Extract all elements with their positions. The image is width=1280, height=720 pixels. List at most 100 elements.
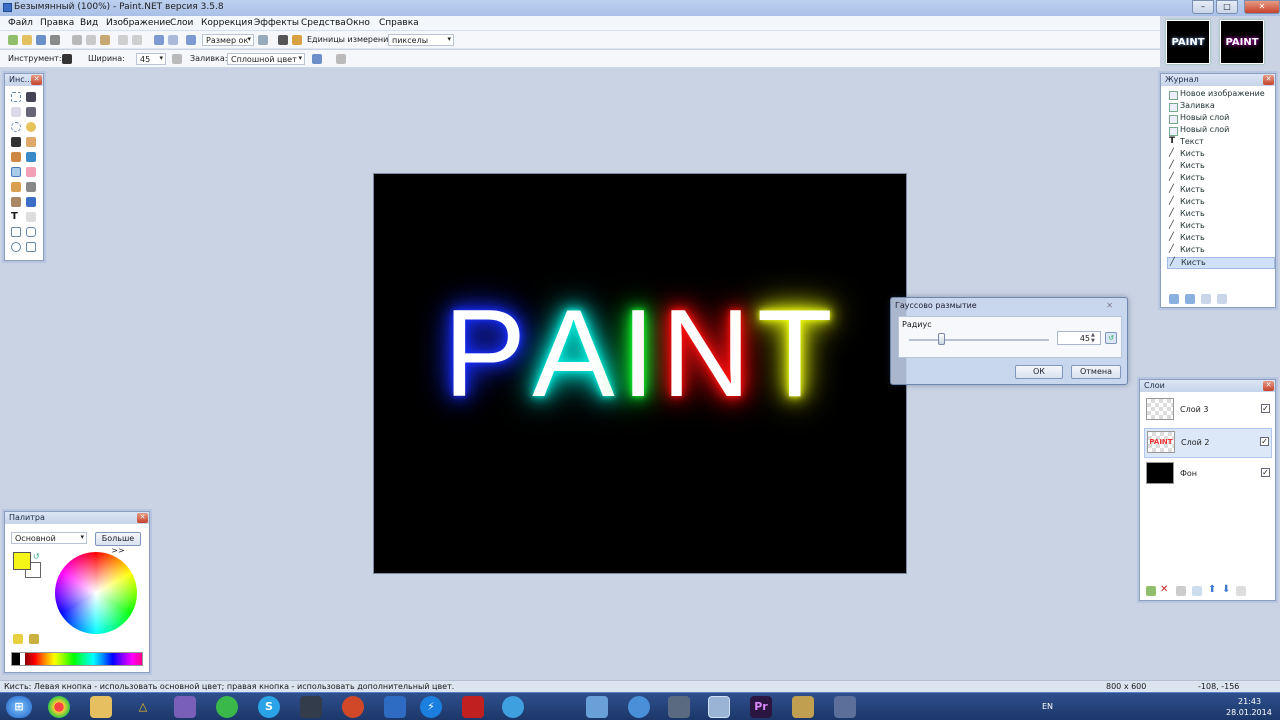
layer-up-icon[interactable]: ⬆ (1208, 585, 1218, 595)
menu-view[interactable]: Вид (80, 18, 98, 28)
menu-layers[interactable]: Слои (170, 18, 193, 28)
history-item[interactable]: Заливка (1167, 101, 1275, 113)
save-icon[interactable] (36, 35, 46, 45)
history-item[interactable]: Новый слой (1167, 113, 1275, 125)
lasso-icon[interactable] (11, 107, 21, 117)
rectangle-icon[interactable] (11, 227, 21, 237)
start-button[interactable]: ⊞ (6, 696, 32, 718)
layer-row-selected[interactable]: PAINT Слой 2 ✓ (1144, 428, 1272, 458)
app-icon-1[interactable] (384, 696, 406, 718)
eraser-icon[interactable] (26, 167, 36, 177)
app-icon-3[interactable] (502, 696, 524, 718)
tools-close-icon[interactable]: ✕ (31, 75, 42, 85)
history-item[interactable]: Кисть (1167, 220, 1275, 233)
history-last-icon[interactable] (1217, 294, 1227, 304)
rounded-rectangle-icon[interactable] (26, 227, 36, 237)
menu-adjustments[interactable]: Коррекция (201, 18, 253, 28)
redo-icon[interactable] (168, 35, 178, 45)
move-select-icon[interactable] (26, 92, 36, 102)
radius-slider-track[interactable] (909, 339, 1049, 341)
merge-layer-icon[interactable] (1192, 586, 1202, 596)
history-item[interactable]: Новый слой (1167, 125, 1275, 137)
undo-icon[interactable] (154, 35, 164, 45)
palette-add-icon[interactable] (13, 634, 23, 644)
history-close-icon[interactable]: ✕ (1263, 75, 1274, 85)
move-icon[interactable] (26, 107, 36, 117)
layer-visibility-checkbox[interactable]: ✓ (1260, 437, 1269, 446)
antialias-icon[interactable] (172, 54, 182, 64)
history-item[interactable]: Кисть (1167, 172, 1275, 185)
text-tool-icon[interactable]: T (11, 212, 21, 222)
history-undo-icon[interactable] (1185, 294, 1195, 304)
palette-more-button[interactable]: Больше >> (95, 532, 141, 555)
primary-color-swatch[interactable] (13, 552, 31, 570)
swap-colors-icon[interactable]: ↺ (33, 552, 40, 561)
browser-icon[interactable] (342, 696, 364, 718)
reset-icon[interactable]: ↺ (1105, 332, 1117, 344)
app-icon-7[interactable] (792, 696, 814, 718)
color-wheel[interactable] (55, 552, 137, 634)
history-item[interactable]: Кисть (1167, 184, 1275, 197)
gradient-icon[interactable] (26, 152, 36, 162)
menu-effects[interactable]: Эффекты (254, 18, 299, 28)
clone-stamp-icon[interactable] (11, 197, 21, 207)
recolor-icon[interactable] (26, 197, 36, 207)
cut-icon[interactable] (72, 35, 82, 45)
delete-layer-icon[interactable]: ✕ (1160, 585, 1170, 595)
layer-row[interactable]: Слой 3 ✓ (1144, 396, 1272, 426)
magic-wand-icon[interactable] (11, 137, 21, 147)
app-icon-8[interactable] (834, 696, 856, 718)
duplicate-layer-icon[interactable] (1176, 586, 1186, 596)
history-item[interactable]: Кисть (1167, 232, 1275, 245)
clock-time[interactable]: 21:43 (1238, 697, 1261, 706)
history-item[interactable]: Новое изображение (1167, 89, 1275, 101)
vs-icon[interactable] (174, 696, 196, 718)
radius-spin-icon[interactable]: ▲ ▼ (1091, 332, 1099, 344)
maximize-button[interactable]: □ (1216, 0, 1238, 14)
layer-down-icon[interactable]: ⬇ (1222, 585, 1232, 595)
winrar-icon[interactable] (462, 696, 484, 718)
paintnet-task-icon[interactable] (708, 696, 730, 718)
grid-icon[interactable] (278, 35, 288, 45)
palette-close-icon[interactable]: ✕ (137, 513, 148, 523)
minimize-button[interactable]: – (1192, 0, 1214, 14)
freeform-shape-icon[interactable] (26, 242, 36, 252)
language-indicator[interactable]: EN (1042, 702, 1053, 711)
layer-row[interactable]: Фон ✓ (1144, 460, 1272, 490)
chrome-icon[interactable] (48, 696, 70, 718)
image-thumbnail-2[interactable]: PAINT (1220, 20, 1264, 64)
paintbrush-icon[interactable] (11, 167, 21, 177)
fill-combo[interactable]: Сплошной цвет (227, 53, 305, 65)
skype-icon[interactable]: S (258, 696, 280, 718)
copy-icon[interactable] (86, 35, 96, 45)
app-icon-2[interactable]: ⚡ (420, 696, 442, 718)
add-layer-icon[interactable] (1146, 586, 1156, 596)
layer-visibility-checkbox[interactable]: ✓ (1261, 404, 1270, 413)
menu-utilities[interactable]: Средства (301, 18, 346, 28)
units-combo[interactable]: пикселы (388, 34, 454, 46)
history-item[interactable]: Кисть (1167, 196, 1275, 209)
history-item[interactable]: Кисть (1167, 244, 1275, 257)
brush-tool-icon[interactable] (62, 54, 72, 64)
ruler-icon[interactable] (292, 35, 302, 45)
clock-date[interactable]: 28.01.2014 (1226, 708, 1272, 717)
radius-slider-thumb[interactable] (937, 333, 945, 345)
menu-help[interactable]: Справка (379, 18, 419, 28)
premiere-icon[interactable]: Pr (750, 696, 772, 718)
app-icon-6[interactable] (668, 696, 690, 718)
alpha-icon[interactable] (336, 54, 346, 64)
zoom-combo[interactable]: Размер ок (202, 34, 254, 46)
layer-visibility-checkbox[interactable]: ✓ (1261, 468, 1270, 477)
menu-window[interactable]: Окно (346, 18, 370, 28)
print-icon[interactable] (50, 35, 60, 45)
open-icon[interactable] (22, 35, 32, 45)
color-strip[interactable] (11, 652, 143, 666)
paste-icon[interactable] (100, 35, 110, 45)
blend-mode-icon[interactable] (312, 54, 322, 64)
history-item[interactable]: Кисть (1167, 148, 1275, 161)
explorer-icon[interactable] (90, 696, 112, 718)
app-icon-5[interactable] (628, 696, 650, 718)
zoom-in-icon[interactable] (258, 35, 268, 45)
menu-image[interactable]: Изображение (106, 18, 171, 28)
ellipse-select-icon[interactable] (11, 122, 21, 132)
